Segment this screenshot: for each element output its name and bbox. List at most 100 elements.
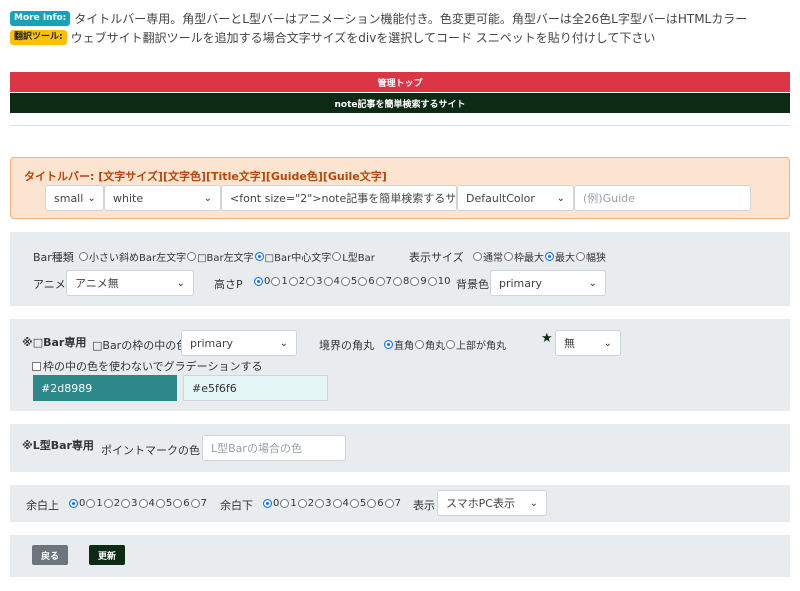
- margin-top-option-5: 5: [165, 498, 173, 509]
- bar-type-option-1: □Bar左文字: [197, 253, 254, 264]
- margin-bottom-option-5: 5: [359, 498, 367, 509]
- titlebar-heading: タイトルバー: [文字サイズ][文字色][Title文字][Guide色][Gu…: [24, 170, 387, 183]
- gradient-label: 枠の中の色を使わないでグラデーションする: [43, 360, 263, 373]
- point-color-input[interactable]: L型Barの場合の色: [202, 435, 346, 461]
- height-radio-5[interactable]: [340, 277, 350, 286]
- display-size-radio-2[interactable]: [545, 252, 554, 261]
- chevron-down-icon: ⌄: [529, 497, 538, 509]
- chevron-down-icon: ⌄: [588, 277, 597, 289]
- bg-color-label: 背景色: [456, 278, 489, 291]
- height-radio-7[interactable]: [375, 277, 385, 286]
- height-option-2: 2: [298, 276, 306, 287]
- display-label: 表示: [413, 499, 435, 512]
- preview-top-bar-label: 管理トップ: [377, 78, 423, 89]
- text-color-value: white: [113, 191, 144, 205]
- display-size-radio-0[interactable]: [473, 252, 482, 261]
- guide-color-select[interactable]: DefaultColor ⌄: [457, 185, 574, 211]
- margin-top-radio-5[interactable]: [155, 499, 165, 508]
- color1-input[interactable]: #2d8989: [33, 375, 177, 401]
- inner-color-select[interactable]: primary ⌄: [181, 330, 297, 356]
- back-button[interactable]: 戻る: [32, 545, 68, 565]
- margin-bottom-radio-5[interactable]: [349, 499, 359, 508]
- anime-value: アニメ無: [75, 277, 119, 290]
- preview-title-bar-label: note記事を簡単検索するサイト: [334, 99, 466, 110]
- margin-top-radio-1[interactable]: [86, 499, 96, 508]
- height-radio-8[interactable]: [393, 277, 402, 286]
- margin-top-radio-0[interactable]: [69, 499, 78, 508]
- height-radio-0[interactable]: [254, 277, 263, 286]
- gradient-option[interactable]: 枠の中の色を使わないでグラデーションする: [32, 358, 262, 374]
- margin-bottom-radio-0[interactable]: [263, 499, 272, 508]
- display-size-option-0: 通常: [483, 253, 503, 264]
- inner-color-value: primary: [190, 336, 234, 350]
- bar-type-radio-2[interactable]: [254, 252, 264, 261]
- gradient-checkbox[interactable]: [32, 361, 41, 371]
- corner-option-0: 直角: [394, 341, 414, 352]
- margin-bottom-option-1: 1: [290, 498, 297, 509]
- margin-bottom-radio-2[interactable]: [297, 499, 307, 508]
- display-size-radio-3[interactable]: [576, 252, 585, 261]
- bar-type-radio-1[interactable]: [187, 252, 197, 261]
- corner-radio-1[interactable]: [415, 340, 424, 349]
- guide-text-input[interactable]: (例)Guide: [574, 185, 751, 211]
- bar-type-radios: 小さい斜めBar左文字 □Bar左文字 □Bar中心文字 L型Bar: [79, 249, 376, 264]
- text-color-select[interactable]: white ⌄: [104, 185, 221, 211]
- margin-bottom-radio-1[interactable]: [280, 499, 290, 508]
- bar-type-radio-3[interactable]: [332, 252, 342, 261]
- margin-bottom-option-6: 6: [377, 498, 384, 509]
- update-button[interactable]: 更新: [89, 545, 125, 565]
- margin-bottom-option-2: 2: [307, 498, 315, 509]
- corner-label: 境界の角丸: [319, 339, 374, 352]
- margin-bottom-radio-6[interactable]: [367, 499, 377, 508]
- font-size-select[interactable]: small ⌄: [45, 185, 104, 211]
- margin-bottom-radio-7[interactable]: [384, 499, 394, 508]
- margin-top-option-7: 7: [200, 498, 207, 509]
- corner-option-2: 上部が角丸: [456, 341, 506, 352]
- display-select[interactable]: スマホPC表示 ⌄: [437, 490, 547, 516]
- height-radio-10[interactable]: [427, 277, 437, 286]
- bar-type-option-3: L型Bar: [342, 253, 375, 264]
- height-radio-2[interactable]: [288, 277, 298, 286]
- margin-top-radios: 0 1 2 3 4 5 6 7: [69, 498, 208, 509]
- margin-bottom-option-0: 0: [273, 498, 280, 509]
- height-radio-3[interactable]: [306, 277, 316, 286]
- display-size-radio-1[interactable]: [504, 252, 513, 261]
- height-radio-9[interactable]: [410, 277, 420, 286]
- margin-bottom-radio-3[interactable]: [315, 499, 325, 508]
- height-radio-6[interactable]: [358, 277, 368, 286]
- margin-top-radio-2[interactable]: [103, 499, 113, 508]
- margin-bottom-radio-4[interactable]: [332, 499, 342, 508]
- bar-type-label: Bar種類: [33, 251, 74, 264]
- guide-color-value: DefaultColor: [466, 191, 535, 205]
- anime-select[interactable]: アニメ無 ⌄: [66, 270, 194, 296]
- margin-top-option-0: 0: [79, 498, 86, 509]
- title-text-input[interactable]: <font size="2">note記事を簡単検索するサ-: [221, 185, 457, 211]
- margin-top-radio-3[interactable]: [121, 499, 131, 508]
- star-icon: ★: [541, 331, 553, 346]
- star-select[interactable]: 無 ⌄: [555, 330, 621, 356]
- color2-value: #e5f6f6: [192, 381, 237, 395]
- margin-top-option-2: 2: [113, 498, 121, 509]
- height-option-5: 5: [350, 276, 358, 287]
- height-radio-4[interactable]: [323, 277, 333, 286]
- chevron-down-icon: ⌄: [603, 337, 612, 349]
- margin-top-radio-7[interactable]: [190, 499, 200, 508]
- margin-top-radio-4[interactable]: [138, 499, 148, 508]
- height-radio-1[interactable]: [271, 277, 281, 286]
- chevron-down-icon: ⌄: [556, 192, 565, 204]
- star-value: 無: [564, 337, 575, 350]
- bg-color-select[interactable]: primary ⌄: [490, 270, 606, 296]
- preview-top-bar[interactable]: 管理トップ: [10, 72, 790, 92]
- height-option-6: 6: [368, 276, 375, 287]
- margin-top-radio-6[interactable]: [173, 499, 183, 508]
- corner-radio-0[interactable]: [384, 340, 393, 349]
- bg-color-value: primary: [499, 276, 543, 290]
- color2-input[interactable]: #e5f6f6: [183, 375, 328, 401]
- height-option-4: 4: [333, 276, 340, 287]
- corner-radio-2[interactable]: [446, 340, 455, 349]
- bar-type-radio-0[interactable]: [79, 252, 88, 261]
- more-info-text: タイトルバー専用。角型バーとL型バーはアニメーション機能付き。色変更可能。角型バ…: [74, 12, 748, 26]
- translate-info-text: ウェブサイト翻訳ツールを追加する場合文字サイズをdivを選択してコード スニペッ…: [70, 31, 656, 45]
- translate-badge: 翻訳ツール:: [10, 30, 67, 45]
- color1-value: #2d8989: [41, 381, 93, 395]
